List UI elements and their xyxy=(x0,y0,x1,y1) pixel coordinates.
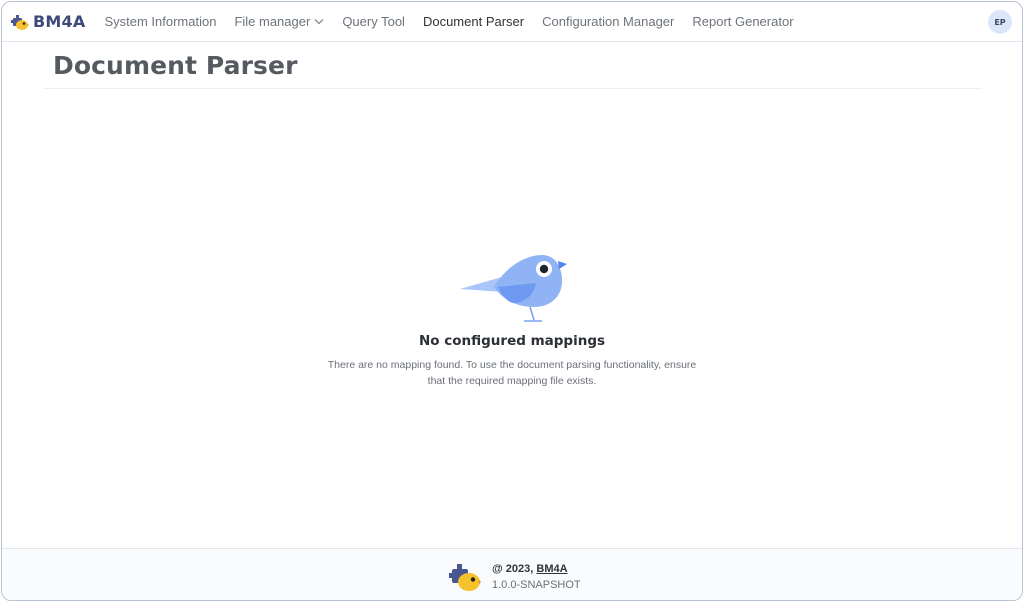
nav-system-information[interactable]: System Information xyxy=(104,14,216,29)
bm4a-logo-icon xyxy=(449,564,481,591)
footer: @ 2023, BM4A 1.0.0-SNAPSHOT xyxy=(2,548,1022,600)
user-avatar[interactable]: EP xyxy=(988,10,1012,34)
nav-label: System Information xyxy=(104,14,217,29)
bird-icon xyxy=(460,255,567,322)
main-nav: System Information File manager Query To… xyxy=(104,2,811,41)
footer-text: @ 2023, BM4A 1.0.0-SNAPSHOT xyxy=(492,561,581,591)
top-navbar: BM4A System Information File manager Que… xyxy=(2,2,1022,42)
app-window: BM4A System Information File manager Que… xyxy=(1,1,1023,601)
nav-label: Configuration Manager xyxy=(542,14,675,29)
bm4a-logo-icon xyxy=(11,14,29,30)
empty-state-description: There are no mapping found. To use the d… xyxy=(327,359,697,387)
chevron-down-icon xyxy=(314,19,324,25)
footer-content: @ 2023, BM4A 1.0.0-SNAPSHOT xyxy=(449,561,581,593)
nav-file-manager-dropdown[interactable]: File manager xyxy=(234,14,324,29)
nav-configuration-manager[interactable]: Configuration Manager xyxy=(542,14,674,29)
empty-state: No configured mappings There are no mapp… xyxy=(2,247,1022,389)
nav-label: Report Generator xyxy=(692,14,794,29)
nav-label: File manager xyxy=(234,14,311,29)
footer-copyright: @ 2023, BM4A xyxy=(492,563,581,575)
brand-name: BM4A xyxy=(33,12,86,31)
user-initials: EP xyxy=(994,17,1006,27)
page-title: Document Parser xyxy=(53,51,298,80)
title-divider xyxy=(44,88,982,89)
nav-label: Query Tool xyxy=(342,14,405,29)
app-version: 1.0.0-SNAPSHOT xyxy=(492,579,581,591)
copyright-prefix: @ 2023, xyxy=(492,563,537,575)
empty-state-title: No configured mappings xyxy=(418,333,606,349)
nav-label: Document Parser xyxy=(422,14,525,29)
nav-query-tool[interactable]: Query Tool xyxy=(342,14,405,29)
nav-document-parser[interactable]: Document Parser xyxy=(423,14,524,29)
brand-logo-link[interactable]: BM4A xyxy=(11,12,85,31)
nav-report-generator[interactable]: Report Generator xyxy=(692,14,793,29)
bm4a-footer-link[interactable]: BM4A xyxy=(536,563,567,575)
